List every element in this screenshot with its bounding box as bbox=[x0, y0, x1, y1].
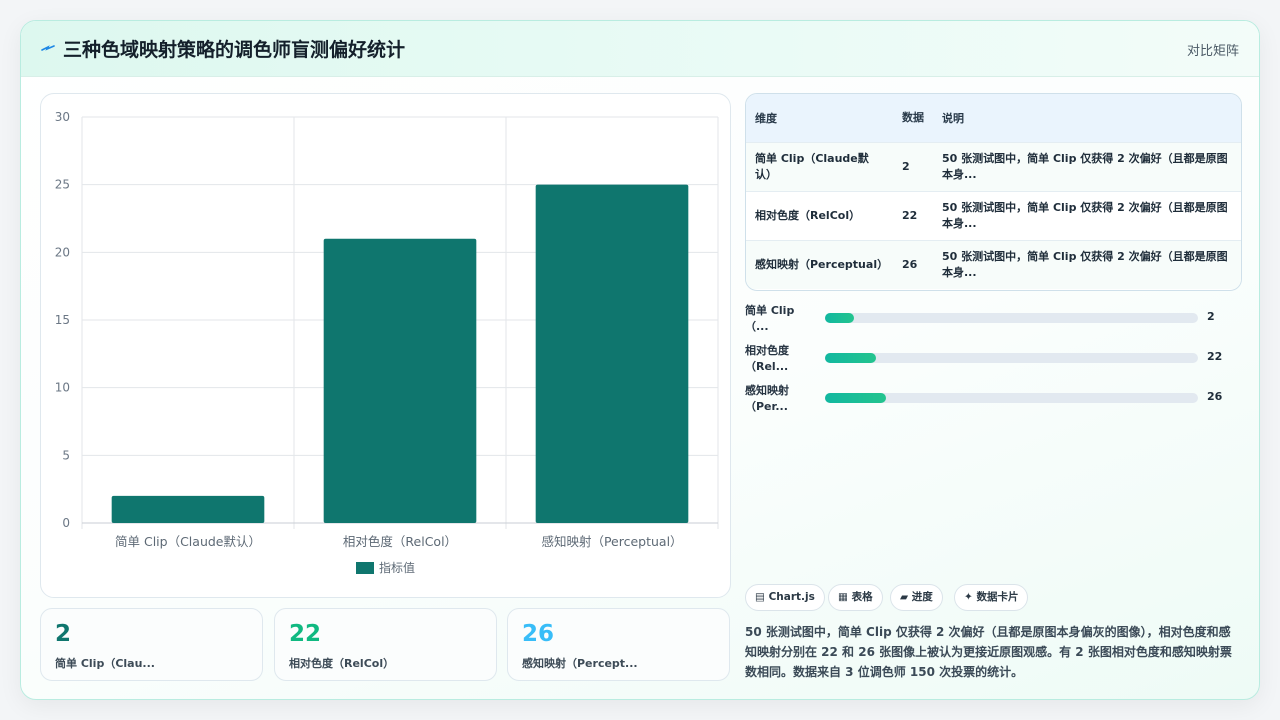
table-header-desc: 说明 bbox=[933, 94, 1241, 142]
x-tick-label: 简单 Clip（Claude默认） bbox=[115, 534, 261, 549]
data-table: 维度 数据 说明 简单 Clip（Claude默认） 2 50 张测试图中，简单… bbox=[745, 93, 1242, 291]
legend-swatch bbox=[356, 562, 374, 574]
summary-note: 50 张测试图中，简单 Clip 仅获得 2 次偏好（且都是原图本身偏灰的图像）… bbox=[745, 625, 1232, 679]
y-tick-label: 25 bbox=[55, 178, 70, 192]
progress-value: 26 bbox=[1207, 390, 1223, 403]
kpi-label: 感知映射（Percept... bbox=[522, 657, 638, 670]
table-row: 相对色度（RelCol） 22 50 张测试图中，简单 Clip 仅获得 2 次… bbox=[746, 190, 1241, 240]
y-tick-label: 15 bbox=[55, 313, 70, 327]
matrix-link[interactable]: 对比矩阵 bbox=[1187, 40, 1239, 59]
kpi-card-relcol: 22 相对色度（RelCol） bbox=[274, 608, 497, 681]
progress-icon: ▰ bbox=[900, 591, 912, 603]
y-tick-label: 10 bbox=[55, 381, 70, 395]
tab-label: 进度 bbox=[911, 591, 933, 603]
progress-value: 22 bbox=[1207, 350, 1223, 363]
progress-label: 感知映射（Per... bbox=[745, 384, 789, 413]
progress-label: 简单 Clip（... bbox=[745, 304, 795, 333]
y-tick-label: 0 bbox=[62, 516, 70, 530]
table-cell-desc: 50 张测试图中，简单 Clip 仅获得 2 次偏好（且都是原图本身... bbox=[933, 190, 1241, 240]
table-cell-dim: 相对色度（RelCol） bbox=[746, 190, 893, 240]
kpi-label: 相对色度（RelCol） bbox=[289, 657, 395, 670]
x-tick-label: 感知映射（Perceptual） bbox=[541, 534, 682, 549]
table-cell-desc: 50 张测试图中，简单 Clip 仅获得 2 次偏好（且都是原图本身... bbox=[933, 141, 1241, 191]
progress-row: 相对色度（Rel... 22 bbox=[745, 343, 1242, 383]
progress-list: 简单 Clip（... 2 相对色度（Rel... 22 感知映射（Per...… bbox=[745, 303, 1242, 423]
table-cell-num: 22 bbox=[893, 190, 933, 240]
table-cell-num: 2 bbox=[893, 141, 933, 191]
bar-chart-icon: ▤ bbox=[755, 591, 769, 603]
comparison-card: 三种色域映射策略的调色师盲测偏好统计 对比矩阵 0 5 10 15 20 25 30 简单 C… bbox=[20, 20, 1260, 700]
sparkle-arrow-icon bbox=[41, 45, 55, 51]
progress-row: 简单 Clip（... 2 bbox=[745, 303, 1242, 343]
card-header: 三种色域映射策略的调色师盲测偏好统计 对比矩阵 bbox=[21, 21, 1259, 77]
y-tick-label: 30 bbox=[55, 110, 70, 124]
page-title: 三种色域映射策略的调色师盲测偏好统计 bbox=[63, 39, 406, 61]
progress-row: 感知映射（Per... 26 bbox=[745, 383, 1242, 423]
progress-fill bbox=[825, 313, 854, 323]
kpi-card-clip: 2 简单 Clip（Clau... bbox=[40, 608, 263, 681]
table-cell-dim: 简单 Clip（Claude默认） bbox=[746, 141, 893, 191]
y-tick-label: 20 bbox=[55, 245, 70, 259]
progress-fill bbox=[825, 353, 876, 363]
bar bbox=[535, 184, 689, 523]
tab-data-cards[interactable]: ✦ 数据卡片 bbox=[954, 584, 1029, 611]
kpi-value: 26 bbox=[522, 621, 555, 647]
kpi-label: 简单 Clip（Clau... bbox=[55, 657, 155, 670]
progress-track bbox=[825, 313, 1198, 323]
legend-label: 指标值 bbox=[379, 560, 415, 575]
x-tick-label: 相对色度（RelCol） bbox=[343, 534, 457, 549]
bar-chart-panel: 0 5 10 15 20 25 30 简单 Clip（Claude默认） 相对色度（RelCol… bbox=[40, 93, 731, 598]
table-cell-desc: 50 张测试图中，简单 Clip 仅获得 2 次偏好（且都是原图本身... bbox=[933, 239, 1241, 289]
tab-label: Chart.js bbox=[768, 591, 815, 603]
table-cell-num: 26 bbox=[893, 239, 933, 289]
progress-value: 2 bbox=[1207, 310, 1215, 323]
progress-track bbox=[825, 353, 1198, 363]
y-tick-label: 5 bbox=[62, 448, 70, 462]
table-header-dim: 维度 bbox=[746, 94, 893, 142]
table-row: 简单 Clip（Claude默认） 2 50 张测试图中，简单 Clip 仅获得… bbox=[746, 141, 1241, 191]
tab-table[interactable]: ▦ 表格 bbox=[828, 584, 883, 611]
progress-label: 相对色度（Rel... bbox=[745, 344, 789, 373]
bar bbox=[111, 495, 265, 523]
kpi-value: 22 bbox=[289, 621, 322, 647]
sparkle-icon: ✦ bbox=[964, 591, 977, 603]
tab-chartjs[interactable]: ▤ Chart.js bbox=[745, 584, 825, 611]
tab-progress[interactable]: ▰ 进度 bbox=[890, 584, 943, 611]
table-icon: ▦ bbox=[838, 591, 852, 603]
kpi-value: 2 bbox=[55, 621, 72, 647]
progress-track bbox=[825, 393, 1198, 403]
table-row: 感知映射（Perceptual） 26 50 张测试图中，简单 Clip 仅获得… bbox=[746, 239, 1241, 289]
bar-chart: 0 5 10 15 20 25 30 简单 Clip（Claude默认） 相对色度（RelCol… bbox=[55, 110, 719, 575]
bar bbox=[323, 238, 477, 524]
table-header-num: 数据 bbox=[893, 94, 933, 142]
tab-label: 数据卡片 bbox=[976, 591, 1019, 603]
kpi-card-perceptual: 26 感知映射（Percept... bbox=[507, 608, 730, 681]
table-cell-dim: 感知映射（Perceptual） bbox=[746, 239, 893, 289]
progress-fill bbox=[825, 393, 886, 403]
tab-label: 表格 bbox=[851, 591, 873, 603]
